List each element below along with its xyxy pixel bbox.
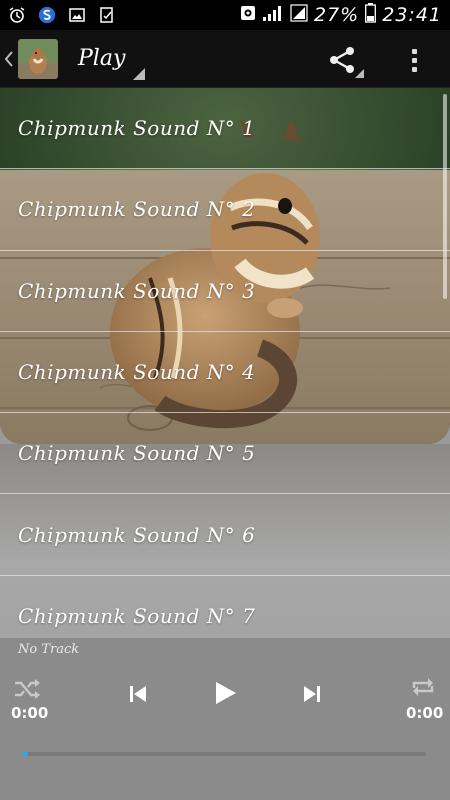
track-item-2[interactable]: Chipmunk Sound N° 2 [0,169,450,251]
shuffle-icon[interactable] [12,676,42,702]
next-icon[interactable] [298,680,326,708]
player-panel: No Track 0:00 0:00 [0,638,450,800]
battery-percent: 27% [314,4,360,26]
overflow-menu-icon[interactable] [400,44,428,76]
status-bar: 27% 23:41 [0,0,450,30]
duration-time: 0:00 [406,704,444,722]
track-title: Chipmunk Sound N° 2 [18,197,256,222]
page-title[interactable]: Play [78,46,125,71]
sync-icon [38,6,56,24]
elapsed-time: 0:00 [11,704,49,722]
app-icon[interactable] [18,38,58,79]
title-dropdown-indicator[interactable] [133,68,145,80]
list-scrollbar[interactable] [443,94,447,299]
signal-icon-2 [290,3,308,27]
track-title: Chipmunk Sound N° 3 [18,278,256,303]
track-title: Chipmunk Sound N° 4 [18,360,256,385]
alarm-icon [8,6,26,24]
track-list: Chipmunk Sound N° 1 Chipmunk Sound N° 2 … [0,88,450,657]
back-chevron-icon[interactable] [4,50,16,68]
settings-status-icon [240,4,256,26]
track-item-6[interactable]: Chipmunk Sound N° 6 [0,494,450,576]
signal-icon [262,4,284,27]
seek-bar[interactable] [22,752,426,756]
action-bar: Play [0,30,450,88]
previous-icon[interactable] [124,680,152,708]
track-item-4[interactable]: Chipmunk Sound N° 4 [0,332,450,414]
now-playing-label: No Track [18,642,80,657]
track-title: Chipmunk Sound N° 1 [18,116,256,141]
share-dropdown-indicator[interactable] [355,69,364,78]
gallery-icon [68,6,86,24]
track-item-1[interactable]: Chipmunk Sound N° 1 [0,88,450,170]
track-item-5[interactable]: Chipmunk Sound N° 5 [0,413,450,495]
status-time: 23:41 [382,4,442,26]
battery-icon [365,2,377,28]
clipboard-icon [98,6,116,24]
repeat-icon[interactable] [408,674,438,700]
track-item-3[interactable]: Chipmunk Sound N° 3 [0,251,450,332]
seek-progress [22,752,28,756]
track-title: Chipmunk Sound N° 7 [18,604,256,629]
share-icon[interactable] [326,44,358,76]
play-icon[interactable] [208,676,242,710]
track-title: Chipmunk Sound N° 5 [18,441,256,466]
track-title: Chipmunk Sound N° 6 [18,522,256,547]
